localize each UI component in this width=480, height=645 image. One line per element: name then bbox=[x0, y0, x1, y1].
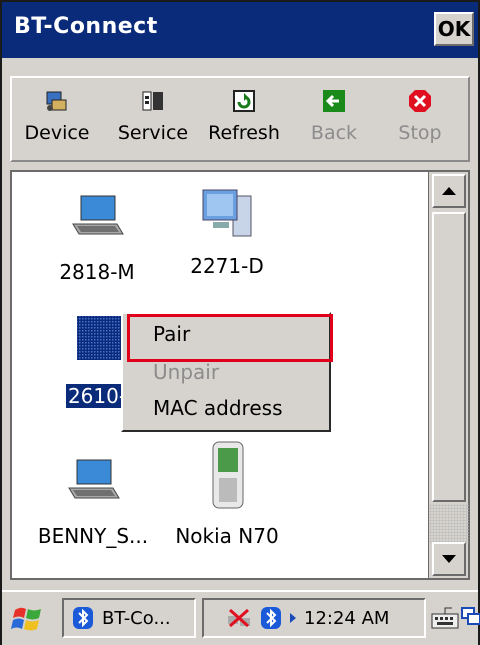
caret-right-icon[interactable] bbox=[288, 611, 298, 625]
laptop-icon bbox=[63, 452, 123, 512]
bluetooth-icon[interactable] bbox=[260, 606, 282, 630]
highlight-box bbox=[127, 314, 333, 362]
service-icon bbox=[140, 88, 166, 114]
device-name: 2818-M bbox=[59, 260, 135, 284]
vertical-scrollbar[interactable] bbox=[428, 170, 470, 580]
screen: BT-Connect OK Device Service Refresh Bac… bbox=[0, 0, 480, 645]
system-tray: 12:24 AM bbox=[202, 598, 426, 638]
device-name: 2610- bbox=[65, 384, 129, 408]
scroll-track[interactable] bbox=[429, 504, 469, 544]
taskbar-task-bt-connect[interactable]: BT-Co... bbox=[62, 598, 196, 638]
service-button-label: Service bbox=[117, 122, 189, 144]
scroll-thumb[interactable] bbox=[432, 212, 466, 502]
menu-item-unpair[interactable]: Unpair bbox=[153, 360, 219, 384]
desktop-icon bbox=[461, 607, 480, 625]
title-bar: BT-Connect OK bbox=[2, 2, 478, 58]
service-button[interactable]: Service bbox=[108, 84, 198, 158]
refresh-button[interactable]: Refresh bbox=[202, 84, 286, 158]
desktop-computer-icon bbox=[197, 182, 257, 242]
clock[interactable]: 12:24 AM bbox=[304, 608, 389, 629]
arrow-up-icon bbox=[442, 187, 456, 195]
refresh-icon bbox=[231, 88, 257, 114]
bluetooth-icon bbox=[73, 607, 93, 629]
back-button-label: Back bbox=[310, 122, 358, 144]
taskbar: BT-Co... 12:24 AM bbox=[2, 590, 480, 645]
keyboard-button[interactable] bbox=[430, 602, 460, 632]
device-icon bbox=[44, 88, 70, 114]
device-button-label: Device bbox=[24, 122, 90, 144]
start-button[interactable] bbox=[8, 600, 48, 638]
menu-item-mac-address[interactable]: MAC address bbox=[153, 396, 282, 420]
device-item[interactable]: Nokia N70 bbox=[162, 440, 292, 548]
device-name: Nokia N70 bbox=[175, 524, 279, 548]
context-menu: Pair Unpair MAC address bbox=[121, 312, 333, 432]
toolbar: Device Service Refresh Back Stop bbox=[10, 76, 470, 162]
scroll-down-button[interactable] bbox=[432, 542, 466, 576]
stop-button[interactable]: Stop bbox=[382, 84, 458, 158]
computer-icon bbox=[67, 312, 127, 372]
windows-flag-icon bbox=[11, 607, 41, 631]
network-disconnected-icon[interactable] bbox=[224, 606, 254, 630]
stop-icon bbox=[407, 88, 433, 114]
window-title: BT-Connect bbox=[14, 14, 158, 39]
stop-button-label: Stop bbox=[398, 122, 442, 144]
device-item[interactable]: 2271-D bbox=[162, 182, 292, 278]
desktop-button[interactable] bbox=[460, 602, 480, 632]
laptop-icon bbox=[67, 188, 127, 248]
taskbar-task-label: BT-Co... bbox=[102, 607, 171, 629]
device-item[interactable]: 2818-M bbox=[32, 188, 162, 284]
scroll-up-button[interactable] bbox=[432, 174, 466, 208]
ok-button[interactable]: OK bbox=[434, 12, 474, 46]
keyboard-icon bbox=[431, 607, 459, 629]
device-button[interactable]: Device bbox=[16, 84, 98, 158]
back-icon bbox=[321, 88, 347, 114]
device-name: 2271-D bbox=[190, 254, 264, 278]
back-button[interactable]: Back bbox=[296, 84, 372, 158]
refresh-button-label: Refresh bbox=[208, 122, 280, 144]
arrow-down-icon bbox=[442, 555, 456, 563]
device-item[interactable]: BENNY_S... bbox=[28, 452, 158, 548]
phone-icon bbox=[197, 440, 257, 512]
device-name: BENNY_S... bbox=[37, 524, 149, 548]
